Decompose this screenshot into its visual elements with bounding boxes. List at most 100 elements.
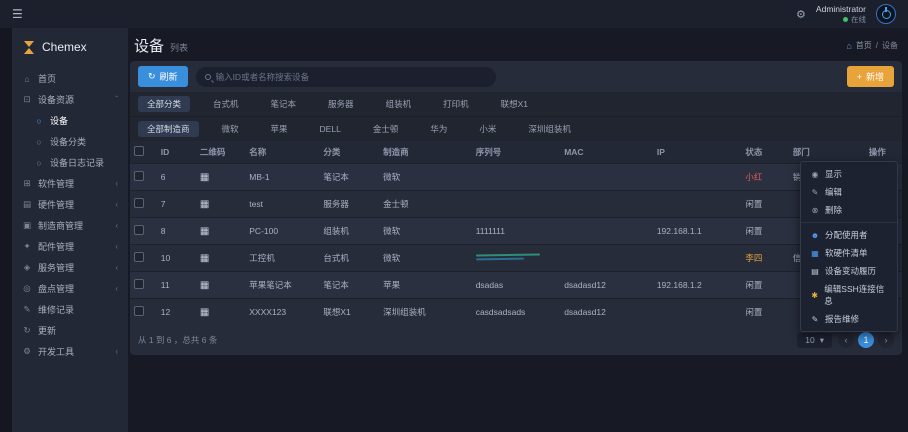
filter-chip[interactable]: 苹果 <box>262 121 297 137</box>
device-resources-icon: ⊡ <box>22 94 32 105</box>
category-filter-row: 全部分类台式机笔记本服务器组装机打印机联想X1 <box>130 92 902 116</box>
sidebar-item-hardware-management[interactable]: ▤ 硬件管理 ‹ <box>12 194 128 215</box>
filter-chip[interactable]: 全部分类 <box>138 96 190 112</box>
sidebar-item-home[interactable]: ⌂ 首页 <box>12 68 128 89</box>
plus-icon: + <box>857 72 862 82</box>
cell-category: 联想X1 <box>319 299 379 326</box>
cell-manufacturer: 微软 <box>379 218 472 245</box>
row-checkbox[interactable] <box>134 225 144 235</box>
filter-chip[interactable]: 打印机 <box>434 96 478 112</box>
row-checkbox[interactable] <box>134 171 144 181</box>
row-checkbox[interactable] <box>134 306 144 316</box>
filter-chip[interactable]: 笔记本 <box>262 96 306 112</box>
brand[interactable]: Chemex <box>12 28 128 66</box>
breadcrumb-home[interactable]: 首页 <box>856 40 872 51</box>
sidebar-item-inventory-management[interactable]: ◎ 盘点管理 ‹ <box>12 278 128 299</box>
repair-records-icon: ✎ <box>22 304 32 315</box>
column-header: 分类 <box>319 141 379 164</box>
cell-mac <box>560 218 653 245</box>
sidebar-item-software-management[interactable]: ⊞ 软件管理 ‹ <box>12 173 128 194</box>
pagination: ‹ 1 › <box>838 332 894 348</box>
sidebar-item-devices[interactable]: ○ 设备 <box>12 110 128 131</box>
cell-id: 10 <box>157 245 196 272</box>
menu-toggle-icon[interactable]: ☰ <box>12 7 23 21</box>
redacted-serial <box>476 252 540 262</box>
edit-icon: ✎ <box>810 188 820 197</box>
filter-chip[interactable]: 联想X1 <box>492 96 537 112</box>
filter-chip[interactable]: 服务器 <box>319 96 363 112</box>
menu-item-edit[interactable]: ✎ 编辑 <box>801 183 897 201</box>
filter-chip[interactable]: DELL <box>311 122 350 136</box>
refresh-button[interactable]: ↻ 刷新 <box>138 66 188 87</box>
menu-divider <box>801 222 897 223</box>
qr-code-icon: ▦ <box>200 226 209 237</box>
gear-icon[interactable]: ⚙ <box>796 8 806 21</box>
sidebar-item-device-log-records[interactable]: ○ 设备日志记录 <box>12 152 128 173</box>
cell-manufacturer: 金士顿 <box>379 191 472 218</box>
menu-item-software-hardware-list[interactable]: ▦ 软硬件清单 <box>801 244 897 262</box>
device-categories-icon: ○ <box>34 137 44 147</box>
accessory-management-icon: ✦ <box>22 241 32 252</box>
sidebar-item-repair-records[interactable]: ✎ 维修记录 <box>12 299 128 320</box>
user-info[interactable]: Administrator 在线 <box>816 4 866 24</box>
cell-mac <box>560 164 653 191</box>
column-header: 二维码 <box>196 141 245 164</box>
row-checkbox[interactable] <box>134 252 144 262</box>
table-footer: 从 1 到 6 ，总共 6 条 10 ▾ ‹ 1 › <box>130 325 902 355</box>
filter-chip[interactable]: 台式机 <box>204 96 248 112</box>
brand-name: Chemex <box>42 40 87 54</box>
show-icon: ◉ <box>810 170 820 179</box>
next-page-button[interactable]: › <box>878 332 894 348</box>
power-icon <box>882 10 891 19</box>
column-header: 名称 <box>245 141 319 164</box>
menu-item-assign-user[interactable]: ☻ 分配使用者 <box>801 226 897 244</box>
select-all-checkbox[interactable] <box>134 146 144 156</box>
menu-item-edit-ssh-info[interactable]: ✱ 编辑SSH连接信息 <box>801 280 897 310</box>
filter-chip[interactable]: 华为 <box>421 121 456 137</box>
cell-mac <box>560 245 653 272</box>
cell-name: 工控机 <box>245 245 319 272</box>
row-checkbox[interactable] <box>134 198 144 208</box>
avatar[interactable] <box>876 4 896 24</box>
menu-item-report-repair[interactable]: ✎ 报告维修 <box>801 310 897 328</box>
filter-chip[interactable]: 小米 <box>470 121 505 137</box>
inventory-management-icon: ◎ <box>22 283 32 294</box>
row-checkbox[interactable] <box>134 279 144 289</box>
qr-code-icon: ▦ <box>200 172 209 183</box>
cell-id: 6 <box>157 164 196 191</box>
cell-category: 台式机 <box>319 245 379 272</box>
sidebar-item-accessory-management[interactable]: ✦ 配件管理 ‹ <box>12 236 128 257</box>
sidebar-item-device-resources[interactable]: ⊡ 设备资源 ˇ <box>12 89 128 110</box>
menu-item-delete[interactable]: ⊗ 删除 <box>801 201 897 219</box>
cell-status: 闲置 <box>741 272 788 299</box>
filter-chip[interactable]: 组装机 <box>377 96 421 112</box>
sidebar-item-service-management[interactable]: ◈ 服务管理 ‹ <box>12 257 128 278</box>
sidebar-item-device-categories[interactable]: ○ 设备分类 <box>12 131 128 152</box>
filter-chip[interactable]: 微软 <box>213 121 248 137</box>
cell-id: 8 <box>157 218 196 245</box>
chemex-logo-icon <box>24 41 35 54</box>
sidebar-item-dev-tools[interactable]: ⚙ 开发工具 ‹ <box>12 341 128 362</box>
sidebar-item-updates[interactable]: ↻ 更新 <box>12 320 128 341</box>
prev-page-button[interactable]: ‹ <box>838 332 854 348</box>
cell-ip <box>653 299 742 326</box>
menu-item-show[interactable]: ◉ 显示 <box>801 165 897 183</box>
cell-manufacturer: 苹果 <box>379 272 472 299</box>
row-actions-menu: ◉ 显示 ✎ 编辑 ⊗ 删除 ☻ 分配使用者 ▦ 软硬件清单 ▤ 设备变动履历 … <box>800 161 898 332</box>
cell-ip <box>653 164 742 191</box>
cell-status: 小红 <box>741 164 788 191</box>
breadcrumb-separator: / <box>876 41 878 50</box>
table-row: 11 ▦ 苹果笔记本 笔记本 苹果 dsadas dsadasd12 192.1… <box>130 272 902 299</box>
menu-item-device-history[interactable]: ▤ 设备变动履历 <box>801 262 897 280</box>
filter-chip[interactable]: 金士顿 <box>364 121 408 137</box>
filter-chip[interactable]: 深圳组装机 <box>519 121 580 137</box>
sidebar-item-manufacturer-management[interactable]: ▣ 制造商管理 ‹ <box>12 215 128 236</box>
page-size-select[interactable]: 10 ▾ <box>797 333 832 348</box>
search-input[interactable] <box>216 72 487 82</box>
page-subtitle: 列表 <box>170 41 188 54</box>
cell-manufacturer: 微软 <box>379 245 472 272</box>
add-button[interactable]: + 新增 <box>847 66 894 87</box>
filter-chip[interactable]: 全部制造商 <box>138 121 199 137</box>
page-1-button[interactable]: 1 <box>858 332 874 348</box>
toolbar: ↻ 刷新 + 新增 <box>130 61 902 92</box>
